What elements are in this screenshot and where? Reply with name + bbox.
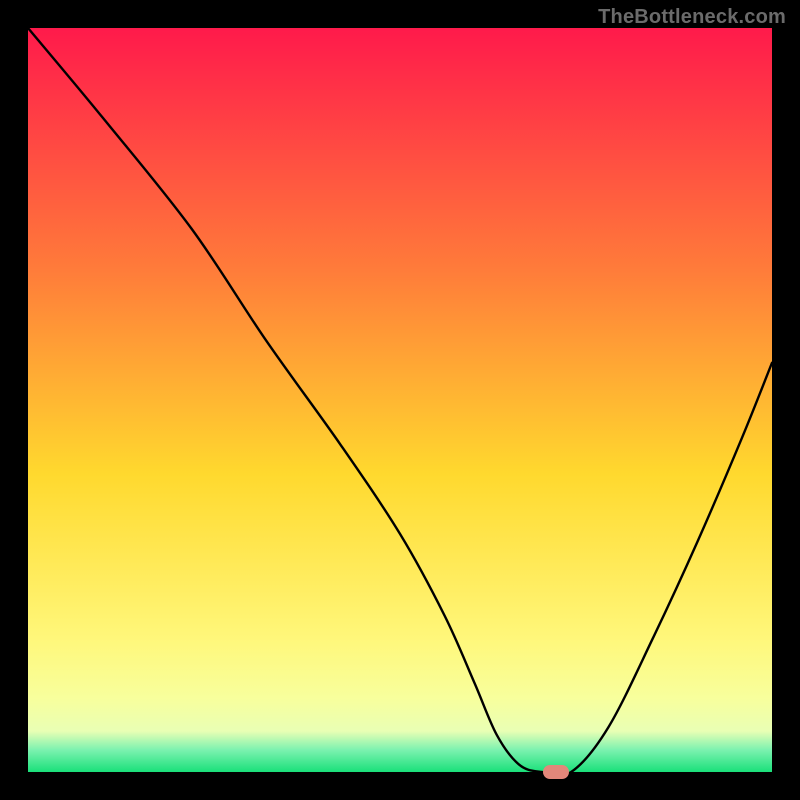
chart-frame: TheBottleneck.com <box>0 0 800 800</box>
watermark-text: TheBottleneck.com <box>598 6 786 29</box>
optimal-point-marker <box>543 765 569 779</box>
gradient-background <box>28 28 772 772</box>
plot-area <box>28 28 772 772</box>
chart-svg <box>28 28 772 772</box>
